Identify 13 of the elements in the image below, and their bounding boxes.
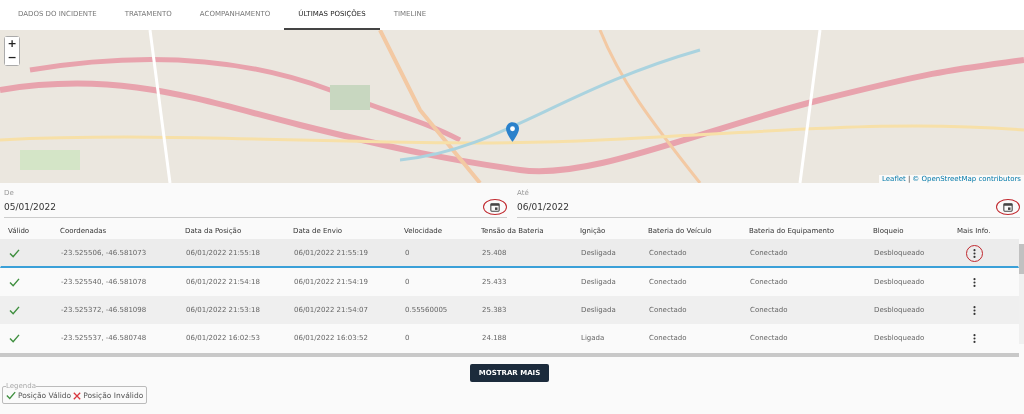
more-options-icon[interactable] xyxy=(973,332,976,344)
cross-icon xyxy=(73,391,82,400)
check-icon xyxy=(6,391,16,400)
map-pin-icon[interactable] xyxy=(506,122,519,142)
calendar-icon[interactable] xyxy=(1003,202,1013,212)
horizontal-scrollbar[interactable] xyxy=(0,353,1019,357)
date-field[interactable]: 05/01/2022 xyxy=(4,197,507,218)
more-options-icon[interactable] xyxy=(973,304,976,316)
more-options-icon[interactable] xyxy=(973,247,976,259)
more-options-icon[interactable] xyxy=(973,276,976,288)
date-field[interactable]: 06/01/2022 xyxy=(517,197,1020,218)
vertical-scrollbar[interactable] xyxy=(1019,244,1024,344)
calendar-icon[interactable] xyxy=(490,202,500,212)
